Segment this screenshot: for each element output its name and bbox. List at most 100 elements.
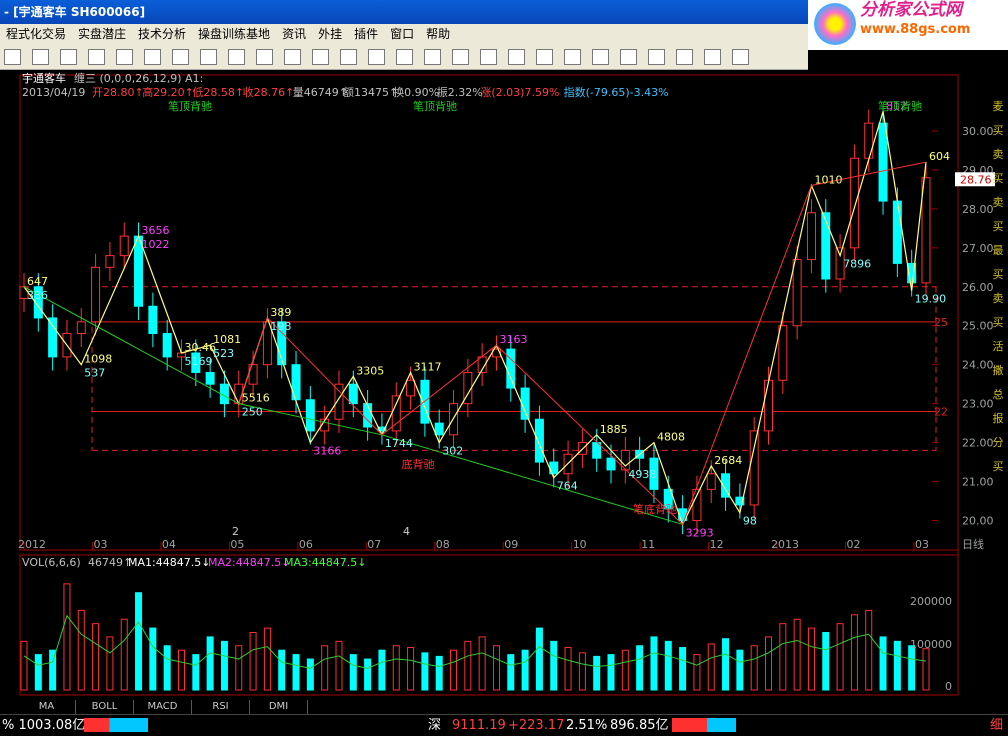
fan-icon[interactable] [452, 49, 469, 65]
alarm-icon[interactable] [116, 49, 133, 65]
menu-item-5[interactable]: 外挂 [312, 24, 348, 45]
parallel-icon[interactable] [508, 49, 525, 65]
chart-icon[interactable] [312, 49, 329, 65]
point-label: 7896 [843, 258, 871, 271]
x-axis-label: 08 [436, 538, 450, 551]
header-indicator: 缠三 (0,0,0,26,12,9) A1: [74, 71, 203, 85]
volume-bar [163, 645, 171, 691]
ellipse-icon[interactable] [564, 49, 581, 65]
text-icon[interactable] [592, 49, 609, 65]
point-label: 2684 [714, 454, 742, 467]
grid4-icon[interactable] [256, 49, 273, 65]
point-label: 1744 [385, 437, 413, 450]
point-label: 1885 [600, 423, 628, 436]
tab-macd[interactable]: MACD [134, 700, 192, 714]
copy-icon[interactable] [620, 49, 637, 65]
volume-bar [636, 645, 644, 691]
point-label: 386 [27, 289, 48, 302]
calc-icon[interactable] [32, 49, 49, 65]
candle-body [305, 399, 315, 432]
save-icon[interactable] [732, 49, 749, 65]
price-axis-label: 23.00 [962, 398, 994, 411]
point-label: 250 [242, 406, 263, 419]
volume-bar [793, 618, 801, 691]
x-axis-label: 03 [93, 538, 107, 551]
price-axis-label: 27.00 [962, 242, 994, 255]
menu-item-0[interactable]: 程式化交易 [0, 24, 72, 45]
volume-bar [292, 654, 300, 691]
dashboard-icon[interactable] [88, 49, 105, 65]
vol-ma3: MA3:44847.5↓ [284, 556, 366, 569]
cursor-icon[interactable] [340, 49, 357, 65]
header-field-7: 换0.90% [393, 85, 439, 99]
price-axis-label: 22.00 [962, 437, 994, 450]
vol-axis-label: 200000 [910, 595, 952, 608]
tab-boll[interactable]: BOLL [76, 700, 134, 714]
grid1-icon[interactable] [172, 49, 189, 65]
volume-bar [765, 636, 773, 691]
volume-bar [206, 636, 214, 691]
hline-icon[interactable] [396, 49, 413, 65]
header-field-3: 低28.58↑ [192, 86, 244, 99]
tab-rsi[interactable]: RSI [192, 700, 250, 714]
open-icon[interactable] [4, 49, 21, 65]
kline-chart[interactable]: 30.0029.0028.0027.0026.0025.0024.0023.00… [0, 70, 1008, 700]
volume-bar [908, 645, 916, 691]
menu-item-6[interactable]: 插件 [348, 24, 384, 45]
candle-body [921, 177, 931, 284]
volume-bar [521, 649, 529, 691]
header-field-4: 收28.76↑ [243, 85, 295, 99]
vol-ma1: MA1:44847.5↓ [128, 556, 210, 569]
right-strip-char: 卖 [993, 196, 1004, 209]
volume-bar [435, 655, 443, 691]
grid3-icon[interactable] [228, 49, 245, 65]
candle-body [119, 235, 129, 257]
candle-body [849, 157, 859, 249]
vline-icon[interactable] [424, 49, 441, 65]
line-icon[interactable] [368, 49, 385, 65]
volume-bar [120, 618, 128, 691]
volume-bar [693, 654, 701, 691]
vol-ma2: MA2:44847.5↓ [208, 556, 290, 569]
erase-icon[interactable] [648, 49, 665, 65]
point-label: 4808 [657, 431, 685, 444]
point-label: 5169 [184, 355, 212, 368]
right-strip-char: 卖 [993, 148, 1004, 161]
right-strip-char: 买 [993, 268, 1004, 281]
grid2-icon[interactable] [200, 49, 217, 65]
misc-label: 4 [403, 525, 410, 538]
rect-icon[interactable] [536, 49, 553, 65]
grid5-icon[interactable] [284, 49, 301, 65]
volume-bar [192, 654, 200, 691]
annotation-1: 笔顶背驰 [413, 99, 457, 113]
pen-icon[interactable] [144, 49, 161, 65]
menu-item-1[interactable]: 实盘潜庄 [72, 24, 132, 45]
vol-axis-label: 100000 [910, 638, 952, 651]
right-strip-char: 最 [993, 244, 1004, 257]
magnet-icon[interactable] [704, 49, 721, 65]
menu-item-4[interactable]: 资讯 [276, 24, 312, 45]
candle-body [606, 457, 616, 471]
price-axis-label: 21.00 [962, 476, 994, 489]
search-icon[interactable] [60, 49, 77, 65]
logo-flower-icon [814, 3, 856, 45]
channel-icon[interactable] [480, 49, 497, 65]
tab-dmi[interactable]: DMI [250, 700, 308, 714]
header-field-5: 量46749↑ [293, 86, 348, 99]
price-axis-label: 30.00 [962, 125, 994, 138]
tab-ma[interactable]: MA [18, 700, 76, 714]
menu-item-7[interactable]: 窗口 [384, 24, 420, 45]
point-label: 604 [929, 150, 950, 163]
menu-item-8[interactable]: 帮助 [420, 24, 456, 45]
point-label: 302 [442, 445, 463, 458]
menu-item-3[interactable]: 操盘训练基地 [192, 24, 276, 45]
volume-bar [807, 627, 815, 691]
candle-body [706, 473, 716, 490]
x-axis-label: 12 [710, 538, 724, 551]
menu-item-2[interactable]: 技术分析 [132, 24, 192, 45]
lock-icon[interactable] [676, 49, 693, 65]
volume-bar [893, 640, 901, 691]
volume-bar [450, 649, 458, 691]
volume-bar [407, 647, 415, 691]
header-stock: 宇通客车 [22, 71, 66, 85]
